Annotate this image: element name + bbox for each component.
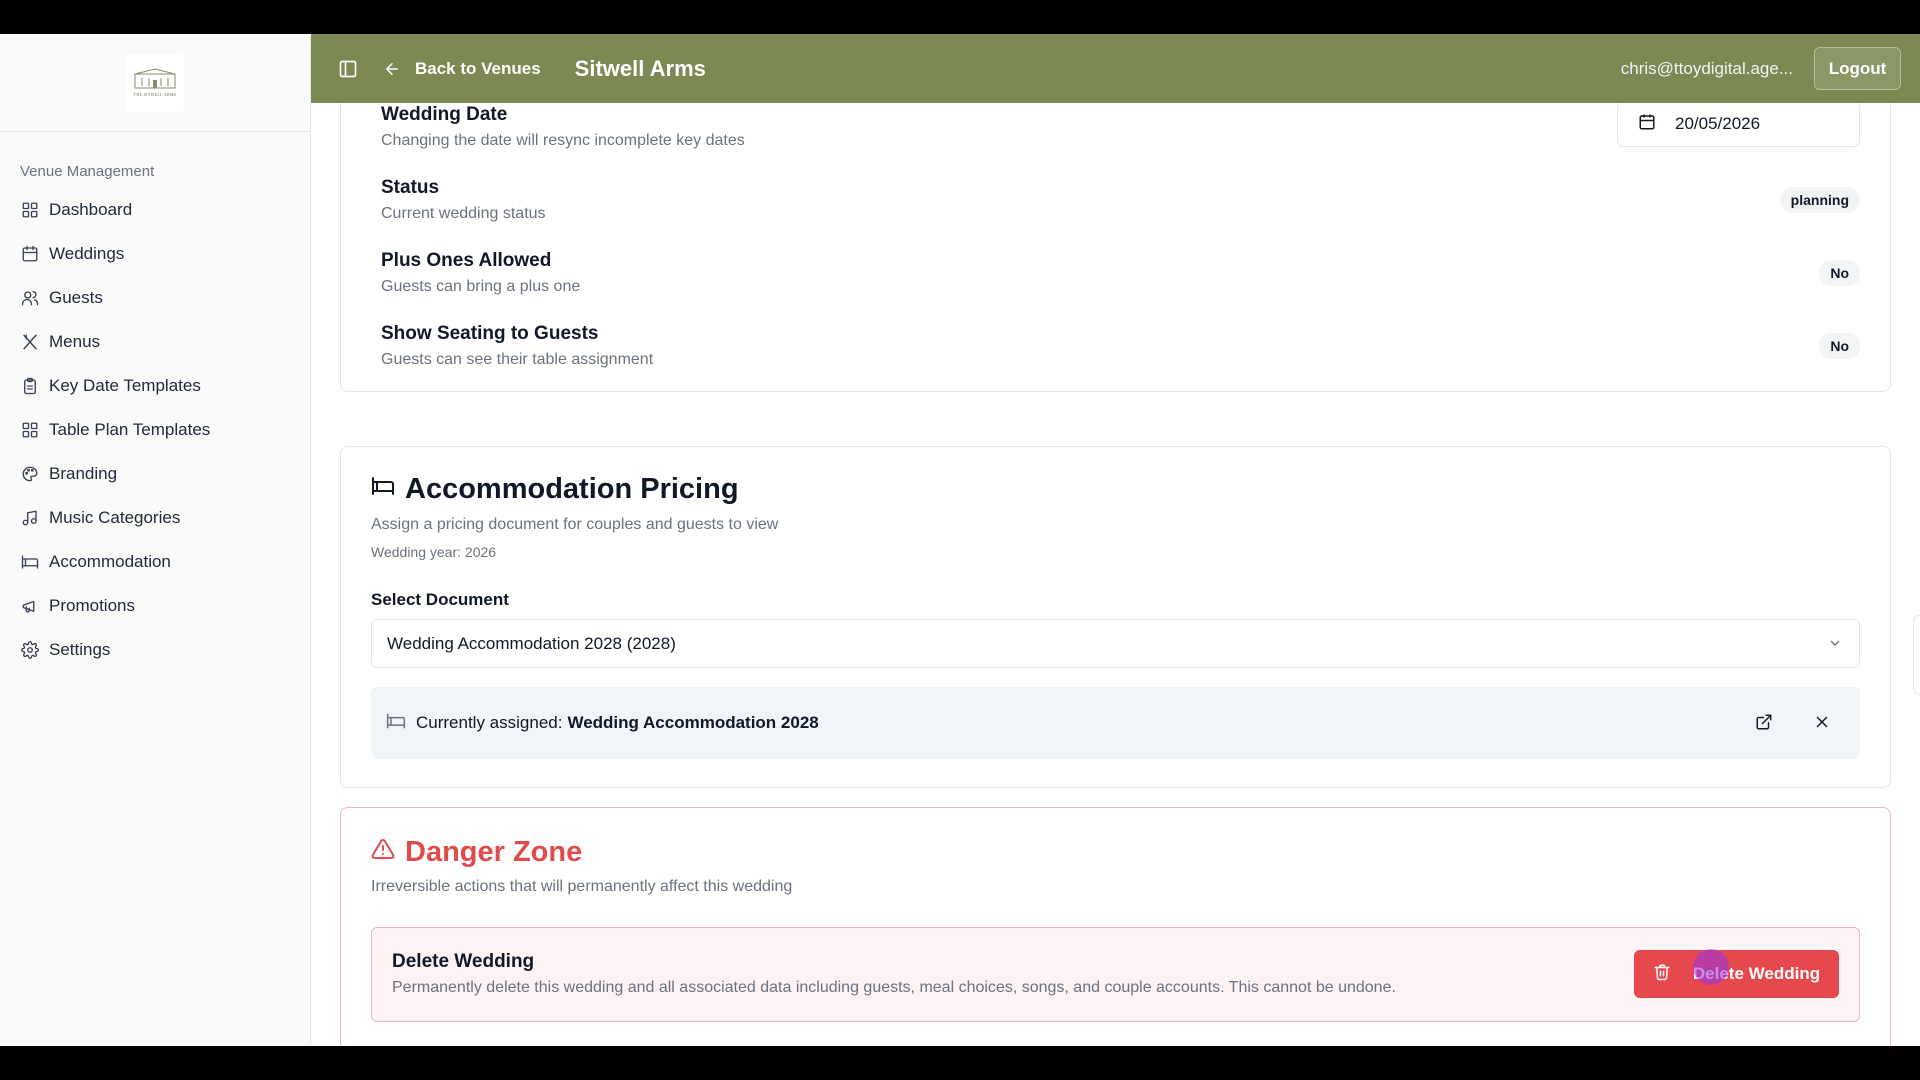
document-select[interactable]: Wedding Accommodation 2028 (2028) [371, 619, 1860, 668]
trash-icon [1653, 963, 1693, 986]
delete-wedding-button[interactable]: Delete Wedding [1634, 950, 1839, 998]
logo-text: THE SITWELL ARMS [133, 92, 177, 97]
danger-zone-title-text: Danger Zone [405, 836, 583, 868]
status-row: Status Current wedding status planning [381, 177, 1860, 223]
sidebar-item-label: Dashboard [49, 200, 133, 219]
sidebar-item-label: Branding [49, 464, 118, 483]
delete-wedding-title: Delete Wedding [392, 951, 535, 972]
external-link-icon[interactable] [1753, 711, 1775, 733]
accommodation-subtitle: Assign a pricing document for couples an… [371, 516, 779, 533]
wedding-date-value: 20/05/2026 [1675, 114, 1761, 133]
logo-area: THE SITWELL ARMS [0, 34, 310, 132]
wedding-year: Wedding year: 2026 [371, 544, 497, 560]
users-icon [20, 288, 40, 308]
plus-ones-row: Plus Ones Allowed Guests can bring a plu… [381, 250, 1860, 296]
delete-wedding-panel: Delete Wedding Permanently delete this w… [371, 927, 1860, 1022]
sidebar-item-branding[interactable]: Branding [12, 452, 300, 496]
assigned-document-name: Wedding Accommodation 2028 [567, 713, 819, 732]
danger-zone-title: Danger Zone [371, 836, 582, 869]
sidebar-item-label: Weddings [49, 244, 125, 263]
layout-grid-icon [20, 420, 40, 440]
mouse-cursor [1693, 949, 1729, 985]
side-panel-handle[interactable] [1913, 615, 1920, 695]
sidebar-item-label: Menus [49, 332, 101, 351]
sidebar-item-weddings[interactable]: Weddings [12, 232, 300, 276]
wedding-date-picker[interactable]: 20/05/2026 [1617, 103, 1860, 147]
venue-logo[interactable]: THE SITWELL ARMS [126, 53, 184, 112]
bed-icon [386, 711, 416, 736]
back-to-venues-link[interactable]: Back to Venues [383, 59, 541, 79]
sidebar-item-label: Table Plan Templates [49, 420, 211, 439]
sidebar-item-label: Settings [49, 640, 111, 659]
sidebar: THE SITWELL ARMS Venue Management Dashbo… [0, 34, 311, 1046]
sidebar-item-accommodation[interactable]: Accommodation [12, 540, 300, 584]
arrow-left-icon [383, 60, 415, 78]
status-subtitle: Current wedding status [381, 205, 546, 222]
sidebar-item-key-date-templates[interactable]: Key Date Templates [12, 364, 300, 408]
palette-icon [20, 464, 40, 484]
sidebar-item-label: Music Categories [49, 508, 181, 527]
sidebar-item-guests[interactable]: Guests [12, 276, 300, 320]
sidebar-item-dashboard[interactable]: Dashboard [12, 188, 300, 232]
bed-icon [20, 552, 40, 572]
sidebar-item-table-plan-templates[interactable]: Table Plan Templates [12, 408, 300, 452]
sidebar-nav: Dashboard Weddings Guests Menus Key Date… [12, 188, 300, 672]
plus-ones-badge: No [1819, 260, 1860, 286]
layout-grid-icon [20, 200, 40, 220]
seating-row: Show Seating to Guests Guests can see th… [381, 323, 1860, 369]
seating-title: Show Seating to Guests [381, 323, 599, 344]
sidebar-item-menus[interactable]: Menus [12, 320, 300, 364]
wedding-settings-card: Wedding Date Changing the date will resy… [340, 103, 1891, 392]
utensils-icon [20, 332, 40, 352]
calendar-icon [1638, 113, 1675, 136]
sidebar-item-promotions[interactable]: Promotions [12, 584, 300, 628]
assigned-prefix: Currently assigned: [416, 713, 563, 732]
megaphone-icon [20, 596, 40, 616]
sidebar-item-label: Promotions [49, 596, 135, 615]
chevron-down-icon [1827, 635, 1843, 656]
status-badge: planning [1779, 187, 1860, 213]
bed-icon [371, 473, 405, 506]
top-header: Back to Venues Sitwell Arms chris@ttoydi… [311, 34, 1920, 103]
accommodation-pricing-card: Accommodation Pricing Assign a pricing d… [340, 446, 1891, 788]
sidebar-item-settings[interactable]: Settings [12, 628, 300, 672]
user-email: chris@ttoydigital.age... [1620, 58, 1793, 78]
logout-button[interactable]: Logout [1814, 47, 1901, 90]
document-select-value: Wedding Accommodation 2028 (2028) [387, 633, 676, 653]
sidebar-item-label: Key Date Templates [49, 376, 201, 395]
app-window: THE SITWELL ARMS Venue Management Dashbo… [0, 34, 1920, 1046]
back-label: Back to Venues [415, 58, 541, 78]
delete-wedding-description: Permanently delete this wedding and all … [392, 979, 1396, 996]
seating-subtitle: Guests can see their table assignment [381, 351, 654, 368]
select-document-label: Select Document [371, 590, 509, 609]
calendar-icon [20, 244, 40, 264]
seating-badge: No [1819, 333, 1860, 359]
sidebar-item-label: Guests [49, 288, 103, 307]
plus-ones-subtitle: Guests can bring a plus one [381, 278, 581, 295]
music-icon [20, 508, 40, 528]
danger-zone-card: Danger Zone Irreversible actions that wi… [340, 807, 1891, 1046]
nav-group-label: Venue Management [20, 163, 155, 180]
accommodation-title: Accommodation Pricing [371, 473, 739, 506]
main-content[interactable]: Wedding Date Changing the date will resy… [311, 103, 1920, 1046]
sidebar-item-music-categories[interactable]: Music Categories [12, 496, 300, 540]
clipboard-icon [20, 376, 40, 396]
gear-icon [20, 640, 40, 660]
warning-icon [371, 836, 405, 869]
status-title: Status [381, 177, 440, 198]
wedding-date-row: Wedding Date Changing the date will resy… [381, 103, 1860, 150]
sidebar-toggle-icon[interactable] [337, 58, 359, 80]
close-icon[interactable] [1811, 711, 1833, 733]
page-title: Sitwell Arms [574, 55, 706, 81]
accommodation-title-text: Accommodation Pricing [405, 473, 739, 505]
plus-ones-title: Plus Ones Allowed [381, 250, 552, 271]
danger-zone-subtitle: Irreversible actions that will permanent… [371, 878, 793, 895]
assigned-document-banner: Currently assigned: Wedding Accommodatio… [371, 687, 1860, 759]
building-logo-icon [134, 68, 176, 89]
sidebar-item-label: Accommodation [49, 552, 171, 571]
